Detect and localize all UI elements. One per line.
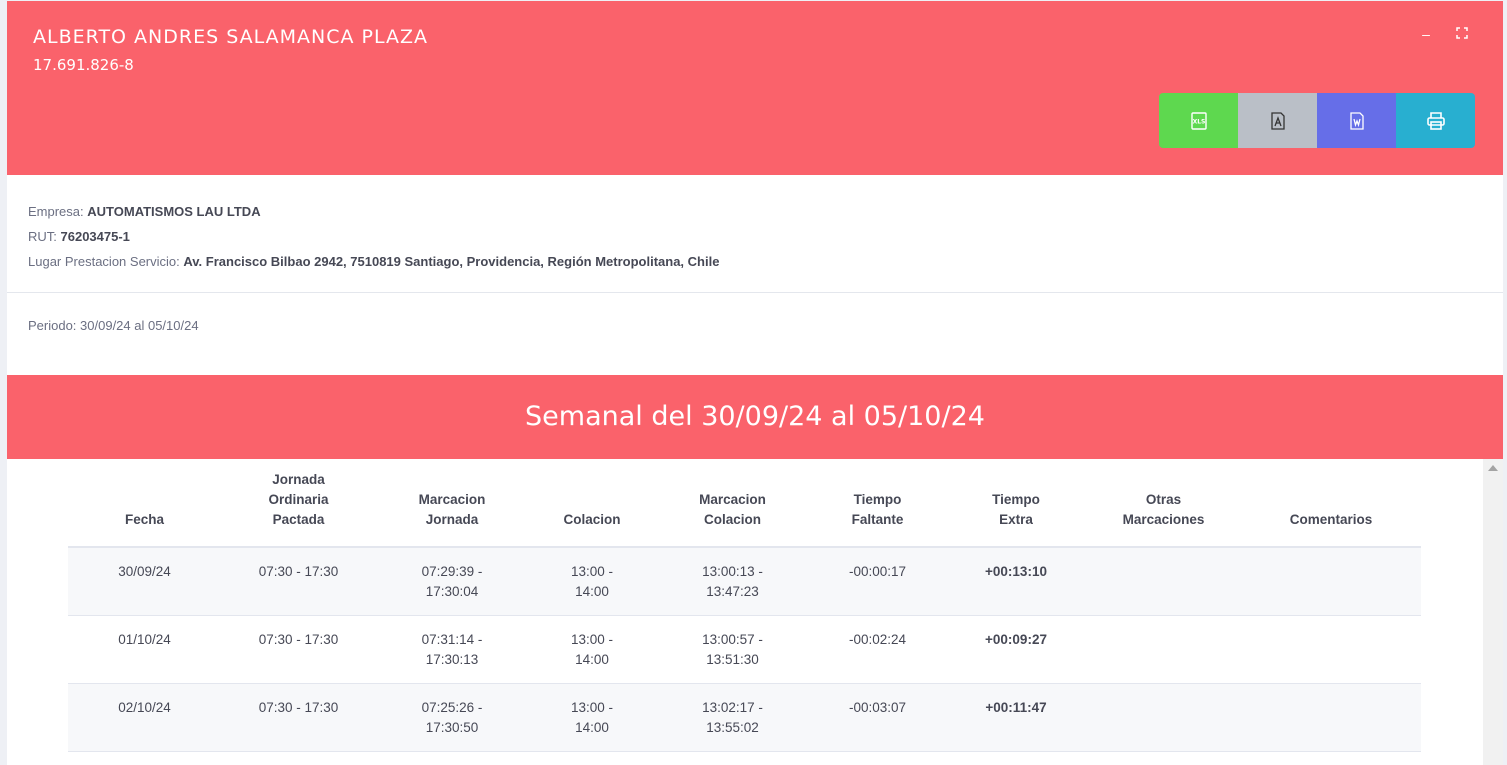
cell-marcacion-colacion: 13:02:17 - 13:55:02 <box>656 683 809 752</box>
cell-marcacion-jornada: 07:29:39 - 17:30:04 <box>376 547 528 616</box>
print-button[interactable] <box>1396 93 1475 148</box>
col-header-otras-marcaciones: Otras Marcaciones <box>1086 459 1241 548</box>
scroll-up-arrow-icon[interactable] <box>1488 465 1498 471</box>
cell-tiempo-faltante: -00:02:24 <box>809 615 946 684</box>
col-header-fecha: Fecha <box>68 459 221 548</box>
col-header-marcacion-jornada: Marcacion Jornada <box>376 459 528 548</box>
cell-otras-marcaciones <box>1086 615 1241 684</box>
cell-jornada-pactada: 07:30 - 17:30 <box>221 683 376 752</box>
periodo-text: Periodo: 30/09/24 al 05/10/24 <box>28 318 199 333</box>
export-excel-button[interactable]: XLS <box>1159 93 1238 148</box>
col-header-marcacion-colacion: Marcacion Colacion <box>656 459 809 548</box>
lugar-label: Lugar Prestacion Servicio: <box>28 254 180 269</box>
lugar-value: Av. Francisco Bilbao 2942, 7510819 Santi… <box>183 254 720 269</box>
weekly-title: Semanal del 30/09/24 al 05/10/24 <box>7 375 1503 459</box>
col-header-tiempo-faltante: Tiempo Faltante <box>809 459 946 548</box>
table-row: 01/10/24 07:30 - 17:30 07:31:14 - 17:30:… <box>68 615 1421 684</box>
lugar-row: Lugar Prestacion Servicio: Av. Francisco… <box>28 249 719 274</box>
cell-colacion: 13:00 - 14:00 <box>528 547 656 616</box>
export-buttons: XLS <box>1159 93 1475 148</box>
cell-comentarios <box>1241 547 1421 616</box>
xls-icon: XLS <box>1190 111 1207 130</box>
export-word-button[interactable] <box>1317 93 1396 148</box>
empresa-label: Empresa: <box>28 204 84 219</box>
empresa-row: Empresa: AUTOMATISMOS LAU LTDA <box>28 199 719 224</box>
minimize-icon[interactable]: – <box>1419 27 1433 41</box>
cell-marcacion-jornada: 07:31:14 - 17:30:13 <box>376 615 528 684</box>
cell-comentarios <box>1241 683 1421 752</box>
divider <box>7 292 1503 293</box>
attendance-table-container: Fecha Jornada Ordinaria Pactada Marcacio… <box>68 459 1421 765</box>
col-header-comentarios: Comentarios <box>1241 459 1421 548</box>
cell-jornada-pactada: 07:30 - 17:30 <box>221 547 376 616</box>
cell-tiempo-faltante: -00:00:17 <box>809 547 946 616</box>
cell-otras-marcaciones <box>1086 683 1241 752</box>
rut-label: RUT: <box>28 229 57 244</box>
table-row: 30/09/24 07:30 - 17:30 07:29:39 - 17:30:… <box>68 547 1421 616</box>
cell-marcacion-jornada: 07:25:26 - 17:30:50 <box>376 683 528 752</box>
card-header: ALBERTO ANDRES SALAMANCA PLAZA 17.691.82… <box>7 1 1503 175</box>
cell-fecha: 30/09/24 <box>68 547 221 616</box>
cell-fecha: 01/10/24 <box>68 615 221 684</box>
table-header-row: Fecha Jornada Ordinaria Pactada Marcacio… <box>68 459 1421 548</box>
cell-jornada-pactada: 07:30 - 17:30 <box>221 615 376 684</box>
expand-icon[interactable] <box>1455 27 1469 41</box>
attendance-table: Fecha Jornada Ordinaria Pactada Marcacio… <box>68 459 1421 752</box>
cell-otras-marcaciones <box>1086 547 1241 616</box>
employee-name: ALBERTO ANDRES SALAMANCA PLAZA <box>33 26 429 48</box>
cell-comentarios <box>1241 615 1421 684</box>
col-header-jornada-pactada: Jornada Ordinaria Pactada <box>221 459 376 548</box>
empresa-value: AUTOMATISMOS LAU LTDA <box>87 204 261 219</box>
employee-rut: 17.691.826-8 <box>33 56 134 74</box>
company-info: Empresa: AUTOMATISMOS LAU LTDA RUT: 7620… <box>28 199 719 274</box>
word-icon <box>1349 111 1364 130</box>
cell-marcacion-colacion: 13:00:13 - 13:47:23 <box>656 547 809 616</box>
export-pdf-button[interactable] <box>1238 93 1317 148</box>
cell-tiempo-extra: +00:13:10 <box>946 547 1086 616</box>
cell-tiempo-extra: +00:09:27 <box>946 615 1086 684</box>
col-header-tiempo-extra: Tiempo Extra <box>946 459 1086 548</box>
printer-icon <box>1426 111 1445 130</box>
rut-row: RUT: 76203475-1 <box>28 224 719 249</box>
col-header-colacion: Colacion <box>528 459 656 548</box>
employee-card: ALBERTO ANDRES SALAMANCA PLAZA 17.691.82… <box>7 1 1503 765</box>
table-row: 02/10/24 07:30 - 17:30 07:25:26 - 17:30:… <box>68 683 1421 752</box>
cell-tiempo-faltante: -00:03:07 <box>809 683 946 752</box>
pdf-icon <box>1270 111 1285 130</box>
cell-colacion: 13:00 - 14:00 <box>528 615 656 684</box>
vertical-scrollbar[interactable] <box>1483 459 1503 765</box>
cell-fecha: 02/10/24 <box>68 683 221 752</box>
cell-colacion: 13:00 - 14:00 <box>528 683 656 752</box>
svg-text:XLS: XLS <box>1192 118 1205 125</box>
cell-tiempo-extra: +00:11:47 <box>946 683 1086 752</box>
cell-marcacion-colacion: 13:00:57 - 13:51:30 <box>656 615 809 684</box>
rut-value: 76203475-1 <box>60 229 130 244</box>
